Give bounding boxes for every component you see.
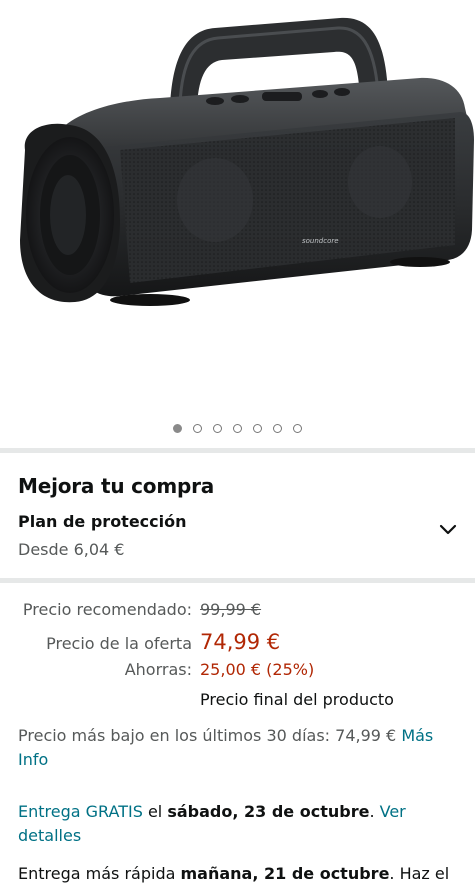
savings-label: Ahorras: [124,660,192,679]
carousel-dot[interactable] [213,424,222,433]
svg-text:soundcore: soundcore [302,237,339,245]
section-divider [0,448,475,453]
recommended-price-label: Precio recomendado: [22,600,192,619]
carousel-dot[interactable] [193,424,202,433]
savings-row: Ahorras: 25,00 € (25%) [18,660,394,690]
carousel-dot[interactable] [293,424,302,433]
delivery-connector: el [147,802,163,821]
deal-price-value: 74,99 € [200,630,281,654]
carousel-dot[interactable] [233,424,242,433]
deal-price-label: Precio de la oferta [46,634,192,653]
upgrade-title: Mejora tu compra [18,474,215,498]
delivery-date: sábado, 23 de octubre [167,802,370,821]
lowest-price-text: Precio más bajo en los últimos 30 días: … [18,726,397,745]
section-divider [0,578,475,583]
image-carousel-indicator[interactable] [0,424,475,433]
recommended-price-value: 99,99 € [200,600,262,619]
protection-plan-title: Plan de protección [18,512,187,531]
chevron-down-icon[interactable] [438,522,458,538]
recommended-price-row: Precio recomendado: 99,99 € [18,600,394,630]
lowest-price-info: Precio más bajo en los últimos 30 días: … [18,724,458,772]
protection-plan-price: Desde 6,04 € [18,540,125,559]
price-block: Precio recomendado: 99,99 € Precio de la… [18,600,394,720]
free-delivery-link[interactable]: Entrega GRATIS [18,802,143,821]
speaker-image: soundcore [20,17,474,306]
carousel-dot[interactable] [253,424,262,433]
product-image[interactable]: soundcore [0,0,475,410]
final-price-note: Precio final del producto [200,690,394,709]
upgrade-section[interactable]: Mejora tu compra Plan de protección Desd… [18,474,458,559]
delivery-info: Entrega GRATIS el sábado, 23 de octubre.… [18,800,458,848]
delivery-period: . [369,802,375,821]
faster-delivery-info: Entrega más rápida mañana, 21 de octubre… [18,862,475,886]
carousel-dot[interactable] [173,424,182,433]
savings-value: 25,00 € (25%) [200,660,315,679]
deal-price-row: Precio de la oferta 74,99 € [18,630,394,660]
final-price-note-row: Precio final del producto [18,690,394,720]
carousel-dot[interactable] [273,424,282,433]
